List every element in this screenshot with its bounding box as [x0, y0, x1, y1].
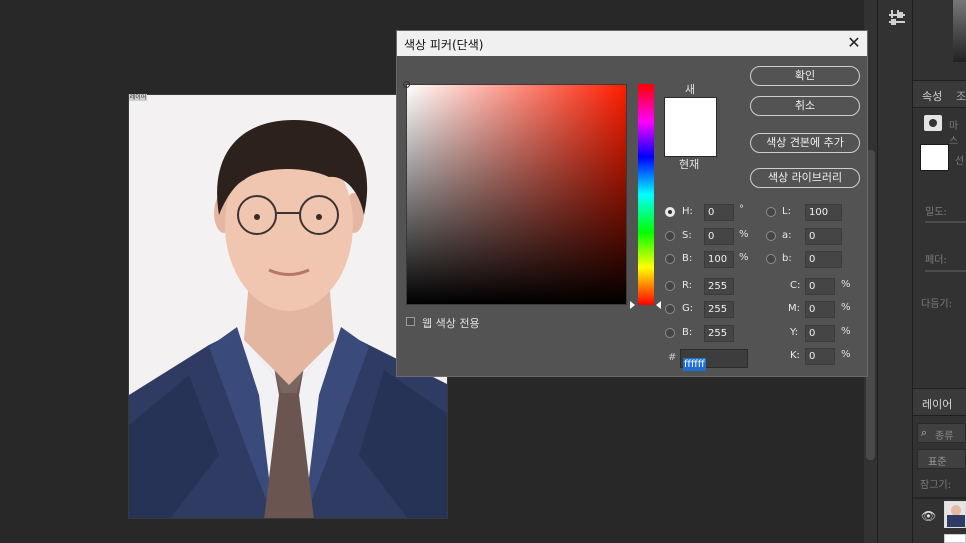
dialog-title-bar[interactable]: 색상 피커(단색) ✕	[397, 31, 867, 56]
hue-arrow-left-icon[interactable]	[630, 301, 635, 309]
new-color-label: 새	[685, 83, 696, 96]
b-field[interactable]: 0	[805, 251, 842, 268]
radio-g[interactable]	[665, 304, 675, 314]
add-to-swatches-button[interactable]: 색상 견본에 추가	[750, 133, 860, 153]
blend-mode-select[interactable]: 표준	[917, 449, 966, 469]
s-label: S:	[682, 230, 692, 241]
m-field[interactable]: 0	[805, 301, 835, 318]
tab-properties[interactable]: 속성	[922, 88, 942, 104]
h-label: H:	[682, 206, 693, 217]
close-button[interactable]: ✕	[845, 34, 863, 52]
density-label: 밀도:	[925, 207, 947, 218]
brightness-label: B:	[682, 253, 693, 264]
close-icon: ✕	[847, 33, 861, 52]
tab-adjustments[interactable]: 조	[956, 88, 966, 104]
k-label: K:	[790, 350, 800, 361]
r-label: R:	[682, 280, 693, 291]
r-field[interactable]: 255	[704, 278, 734, 295]
m-unit: %	[841, 302, 851, 313]
hue-slider[interactable]	[638, 84, 654, 305]
mask-icon	[924, 115, 942, 131]
saturation-brightness-field[interactable]	[406, 84, 627, 305]
properties-layers-panel: 속성 조 마스 선 밀도: 페더: 다듬기: 레이어 ⌕ 종류 표준 잠그기: …	[913, 0, 966, 543]
y-label: Y:	[790, 327, 799, 338]
mask-thumbnail[interactable]	[920, 144, 949, 171]
h-unit: °	[739, 204, 744, 215]
layer-mask-thumbnail[interactable]	[944, 534, 966, 543]
brightness-unit: %	[739, 252, 749, 263]
b-label: b:	[782, 253, 792, 264]
brightness-field[interactable]: 100	[704, 251, 734, 268]
a-field[interactable]: 0	[805, 228, 842, 245]
color-libraries-button[interactable]: 색상 라이브러리	[750, 168, 860, 188]
c-field[interactable]: 0	[805, 278, 835, 295]
subject-label: 선	[955, 156, 965, 167]
adjustments-icon[interactable]	[887, 10, 907, 30]
hex-color-input[interactable]: ffffff	[680, 349, 748, 371]
color-picker-dialog: 색상 피커(단색) ✕ 새 현재 확인 취소 색상 견본에 추가 색상 라이브러…	[396, 30, 868, 377]
hex-color-value: ffffff	[683, 358, 706, 371]
current-color-label: 현재	[679, 158, 700, 171]
search-icon: ⌕	[921, 426, 928, 439]
lock-label: 잠그기:	[920, 480, 951, 491]
blend-mode-value: 표준	[928, 457, 947, 468]
feather-slider[interactable]	[925, 270, 966, 272]
g-field[interactable]: 255	[704, 301, 734, 318]
cancel-button[interactable]: 취소	[750, 96, 860, 116]
density-slider[interactable]	[925, 221, 966, 223]
s-field[interactable]: 0	[704, 228, 734, 245]
hue-arrow-right-icon[interactable]	[656, 301, 661, 309]
layer-thumbnail[interactable]	[944, 501, 966, 528]
layer-filter[interactable]: ⌕ 종류	[917, 423, 966, 443]
y-field[interactable]: 0	[805, 325, 835, 342]
l-field[interactable]: 100	[805, 204, 842, 221]
k-field[interactable]: 0	[805, 348, 835, 365]
g-label: G:	[682, 303, 694, 314]
blue-field[interactable]: 255	[704, 325, 734, 342]
tab-layers[interactable]: 레이어	[922, 396, 952, 412]
radio-l[interactable]	[766, 207, 776, 217]
radio-r[interactable]	[665, 281, 675, 291]
s-unit: %	[739, 229, 749, 240]
k-unit: %	[841, 349, 851, 360]
radio-a[interactable]	[766, 231, 776, 241]
gradient-preview	[953, 0, 966, 62]
radio-brightness[interactable]	[665, 254, 675, 264]
web-colors-only-label: 웹 색상 전용	[422, 317, 480, 330]
blue-label: B:	[682, 327, 693, 338]
radio-b[interactable]	[766, 254, 776, 264]
c-label: C:	[790, 280, 801, 291]
c-unit: %	[841, 279, 851, 290]
m-label: M:	[788, 303, 800, 314]
layer-thumbnail-tag: 레이어	[129, 94, 147, 101]
a-label: a:	[782, 230, 792, 241]
radio-blue[interactable]	[665, 328, 675, 338]
feather-label: 페더:	[925, 255, 947, 266]
hex-hash-label: #	[668, 352, 677, 363]
l-label: L:	[782, 206, 791, 217]
y-unit: %	[841, 326, 851, 337]
ok-button[interactable]: 확인	[750, 66, 860, 86]
color-picker-marker[interactable]	[403, 81, 410, 88]
radio-h[interactable]	[665, 207, 675, 217]
eye-icon[interactable]: 👁︎	[921, 509, 936, 523]
web-colors-only-checkbox[interactable]	[406, 317, 415, 326]
panel-icon-strip	[877, 0, 913, 543]
color-preview-swatch	[664, 97, 717, 157]
dialog-title: 색상 피커(단색)	[404, 38, 484, 52]
layer-filter-label: 종류	[935, 431, 954, 442]
refine-label: 다듬기:	[921, 299, 952, 310]
h-field[interactable]: 0	[704, 204, 734, 221]
mask-label: 마스	[949, 121, 959, 147]
radio-s[interactable]	[665, 231, 675, 241]
